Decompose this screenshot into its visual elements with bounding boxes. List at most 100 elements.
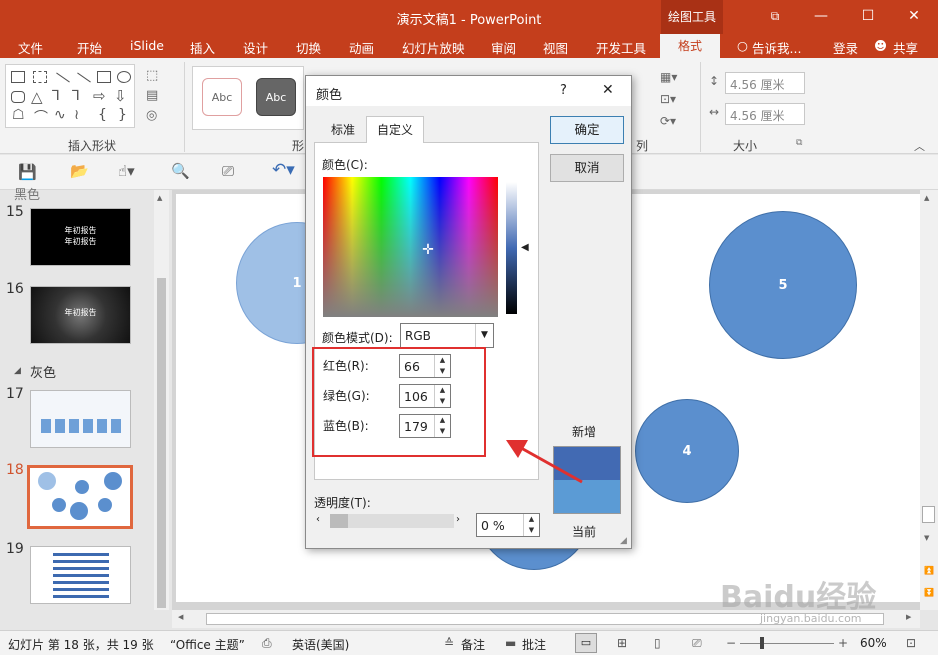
zoom-slider-thumb[interactable] (760, 637, 764, 649)
zoom-in-icon[interactable]: + (838, 636, 848, 650)
transparency-value-input[interactable]: 0 % ▲ ▼ (476, 513, 540, 537)
transparency-spinner[interactable]: ▲ ▼ (523, 514, 539, 536)
arrange-buttons[interactable]: ▦▾ ⊡▾ ⟳▾ (660, 66, 690, 130)
spelling-icon[interactable]: ⎙ (262, 636, 272, 651)
close-window-button[interactable]: ✕ (891, 0, 937, 34)
undo-icon[interactable]: ↶▾ (272, 160, 295, 180)
right-brace-shape-icon[interactable]: } (118, 107, 127, 123)
freeform-shape-icon[interactable]: ☖ (12, 107, 25, 123)
maximize-button[interactable]: ☐ (845, 0, 891, 34)
transparency-right-arrow-icon[interactable]: › (456, 514, 460, 525)
shape-height-field[interactable]: 4.56 厘米 (725, 72, 805, 94)
slide-circle-4[interactable]: 4 (635, 399, 739, 503)
tab-animations[interactable]: 动画 (349, 38, 374, 57)
ok-button[interactable]: 确定 (550, 116, 624, 144)
tab-review[interactable]: 审阅 (491, 38, 516, 57)
normal-view-icon[interactable]: ▭ (575, 633, 597, 653)
oval-shape-icon[interactable] (117, 71, 131, 83)
scroll-right-icon[interactable]: ▶ (906, 613, 911, 621)
rectangle-shape-icon[interactable] (97, 71, 111, 83)
comments-button[interactable]: 批注 (522, 636, 546, 653)
slideshow-icon[interactable]: ⎚ (222, 162, 234, 180)
transparency-left-arrow-icon[interactable]: ‹ (316, 514, 320, 525)
share-button[interactable]: 共享 (893, 38, 918, 57)
scroll-down-icon[interactable]: ▼ (924, 534, 929, 542)
elbow-connector-shape-icon[interactable]: ⅂ (72, 88, 80, 104)
slide-thumbnail-15[interactable]: 年初报告 年初报告 (30, 208, 131, 266)
size-dialog-launcher-icon[interactable]: ⧉ (796, 138, 802, 148)
tell-me-box[interactable]: 告诉我... (752, 38, 801, 57)
slide-thumbnail-18-selected[interactable] (27, 465, 133, 529)
shape-style-outline[interactable]: Abc (202, 78, 242, 116)
triangle-shape-icon[interactable]: △ (31, 88, 43, 106)
tab-insert[interactable]: 插入 (190, 38, 215, 57)
tab-file[interactable]: 文件 (18, 38, 43, 57)
ribbon-display-options-button[interactable]: ⧉ (752, 0, 798, 34)
minimize-button[interactable]: — (798, 0, 844, 34)
slideshow-view-icon[interactable]: ⎚ (692, 636, 702, 651)
left-brace-shape-icon[interactable]: { (98, 107, 107, 123)
print-preview-icon[interactable]: 🔍 (171, 162, 190, 180)
thumbnail-scroll-thumb[interactable] (157, 278, 166, 608)
zoom-slider[interactable] (740, 643, 834, 644)
tab-design[interactable]: 设计 (243, 38, 268, 57)
slide-thumbnail-17[interactable] (30, 390, 131, 448)
tab-standard[interactable]: 标准 (320, 118, 366, 142)
color-mode-select[interactable]: RGB ▼ (400, 323, 494, 348)
scroll-up-icon[interactable]: ▲ (157, 194, 162, 202)
transparency-slider[interactable] (330, 514, 454, 528)
scroll-up-icon[interactable]: ▲ (924, 194, 929, 202)
right-arrow-shape-icon[interactable]: ⇨ (93, 87, 106, 105)
zoom-level[interactable]: 60% (860, 636, 887, 650)
help-button[interactable]: ? (560, 83, 567, 98)
connector-shape-icon[interactable]: ⅂ (52, 88, 60, 104)
editor-vertical-scrollbar[interactable]: ▲ ▼ ⏫ ⏬ (920, 190, 938, 610)
tab-transitions[interactable]: 切换 (296, 38, 321, 57)
resize-grip-icon[interactable]: ◢ (620, 536, 627, 546)
slide-circle-5[interactable]: 5 (709, 211, 857, 359)
zoom-out-icon[interactable]: − (726, 636, 736, 650)
cancel-button[interactable]: 取消 (550, 154, 624, 182)
vertical-textbox-shape-icon[interactable] (33, 71, 47, 83)
open-folder-icon[interactable]: 📂 (70, 162, 89, 180)
scroll-left-icon[interactable]: ◀ (178, 613, 183, 621)
section-black[interactable]: 黑色 (14, 184, 40, 203)
notes-button[interactable]: 备注 (461, 636, 485, 653)
luminance-slider[interactable] (506, 182, 517, 314)
fit-to-window-icon[interactable]: ⊡ (906, 636, 916, 650)
arrow-line-shape-icon[interactable] (77, 72, 91, 83)
tab-home[interactable]: 开始 (77, 38, 102, 57)
curve-shape-icon[interactable]: ⌒ (34, 107, 48, 127)
slide-thumbnail-19[interactable] (30, 546, 131, 604)
shape-style-filled[interactable]: Abc (256, 78, 296, 116)
editor-scroll-thumb[interactable] (922, 506, 935, 523)
tab-custom[interactable]: 自定义 (366, 116, 424, 143)
tab-developer[interactable]: 开发工具 (596, 38, 646, 57)
tab-view[interactable]: 视图 (543, 38, 568, 57)
chevron-down-icon[interactable]: ▼ (475, 324, 493, 347)
luminance-pointer-icon[interactable]: ◀ (521, 242, 529, 253)
textbox-shape-icon[interactable] (11, 71, 25, 83)
rounded-rect-shape-icon[interactable] (11, 91, 25, 103)
shape-width-field[interactable]: 4.56 厘米 (725, 103, 805, 125)
slide-thumbnail-16[interactable]: 年初报告 (30, 286, 131, 344)
scribble-shape-icon[interactable]: ∿ (54, 107, 66, 123)
slide-sorter-icon[interactable]: ⊞ (617, 636, 627, 650)
thumbnail-scrollbar[interactable]: ▲ (154, 190, 169, 610)
touch-mode-icon[interactable]: ☝▾ (118, 162, 135, 180)
tab-slideshow[interactable]: 幻灯片放映 (402, 38, 465, 57)
section-gray[interactable]: 灰色 (30, 362, 56, 381)
save-icon[interactable]: 💾 (18, 163, 37, 181)
dialog-close-button[interactable]: ✕ (602, 82, 614, 98)
edit-shape-buttons[interactable]: ⬚ ▤ ◎ (146, 66, 170, 126)
transparency-slider-thumb[interactable] (330, 514, 348, 528)
language-status[interactable]: 英语(美国) (292, 636, 349, 653)
tab-format[interactable]: 格式 (660, 34, 720, 58)
wave-shape-icon[interactable]: ≀ (74, 107, 79, 123)
tab-islide[interactable]: iSlide (130, 38, 164, 53)
color-spectrum-picker[interactable]: ✛ (323, 177, 498, 317)
previous-slide-icon[interactable]: ⏫ (924, 566, 934, 575)
down-arrow-shape-icon[interactable]: ⇩ (114, 87, 127, 105)
section-collapse-icon[interactable]: ◢ (14, 366, 21, 376)
collapse-ribbon-icon[interactable]: ︿ (914, 138, 925, 154)
